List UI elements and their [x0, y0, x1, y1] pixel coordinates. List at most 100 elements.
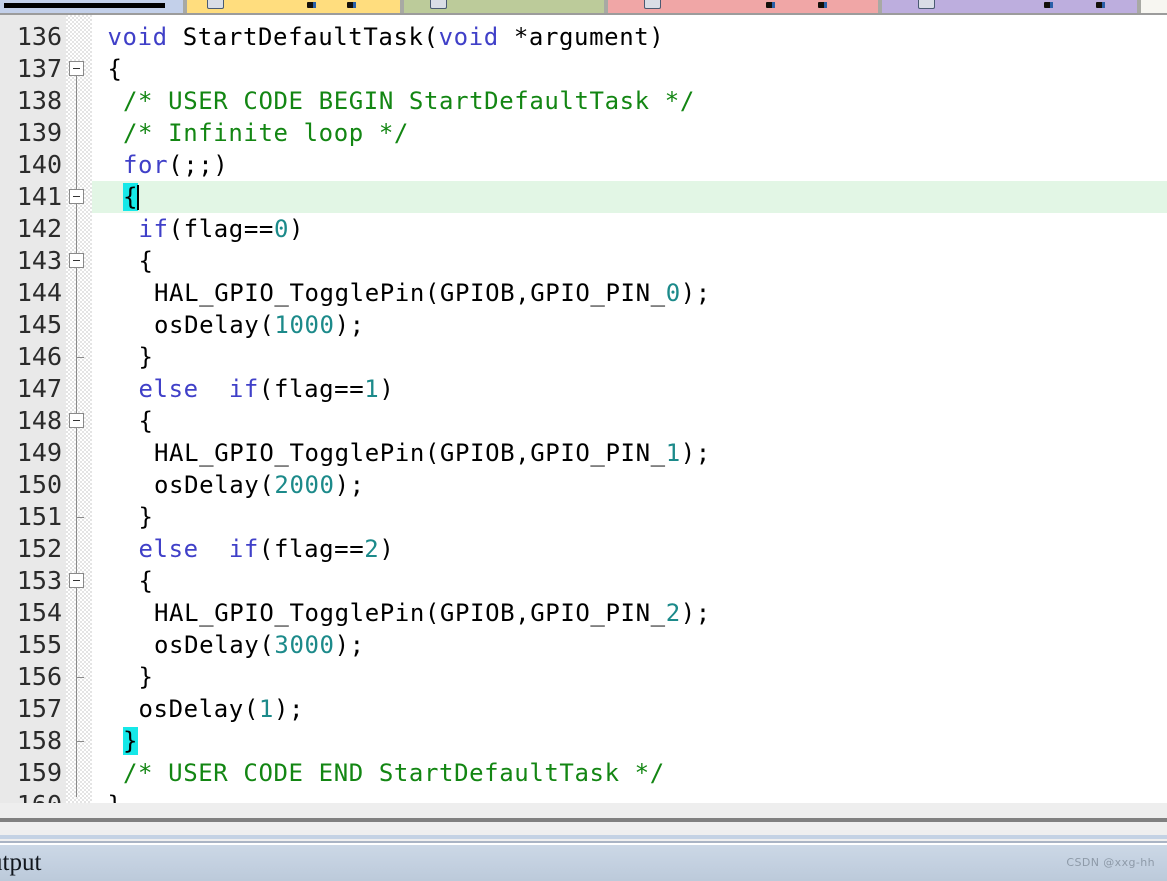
code-text: (flag==: [258, 375, 365, 403]
code-line[interactable]: }: [139, 341, 154, 373]
toolbar-indicator-icon[interactable]: [1096, 2, 1105, 8]
toolbar-band-purple[interactable]: [882, 0, 1137, 13]
code-text: }: [108, 791, 123, 803]
code-line[interactable]: osDelay(1);: [139, 693, 305, 725]
line-number: 145: [16, 310, 62, 339]
code-text: {: [138, 567, 154, 595]
code-text: osDelay(: [138, 695, 259, 723]
fold-end-marker: [76, 741, 84, 742]
line-number: 153: [16, 566, 62, 595]
line-number: 154: [16, 598, 62, 627]
code-line[interactable]: {: [123, 181, 140, 213]
code-number: 1: [665, 439, 681, 467]
toolbar-button-icon[interactable]: [918, 0, 935, 9]
toolbar-band-blue[interactable]: [0, 0, 183, 13]
code-line[interactable]: if(flag==0): [139, 213, 305, 245]
code-line[interactable]: /* USER CODE BEGIN StartDefaultTask */: [123, 85, 695, 117]
text-cursor: [137, 185, 140, 210]
output-panel-title: utput: [0, 849, 42, 876]
code-line[interactable]: HAL_GPIO_TogglePin(GPIOB,GPIO_PIN_0);: [154, 277, 711, 309]
code-line[interactable]: osDelay(2000);: [154, 469, 365, 501]
fold-collapse-icon[interactable]: [69, 253, 84, 268]
toolbar-title-bar: [4, 3, 165, 8]
toolbar-indicator-icon[interactable]: [307, 2, 316, 8]
code-line[interactable]: }: [139, 661, 154, 693]
code-number: 1: [364, 375, 380, 403]
code-text: );: [680, 599, 711, 627]
toolbar-band-red[interactable]: [608, 0, 878, 13]
code-text: {: [107, 55, 123, 83]
code-number: 2000: [274, 471, 335, 499]
line-number: 147: [16, 374, 62, 403]
code-line[interactable]: else if(flag==2): [139, 533, 395, 565]
code-text-area[interactable]: void StartDefaultTask(void *argument){/*…: [92, 15, 1167, 803]
code-line[interactable]: }: [123, 725, 139, 757]
fold-collapse-icon[interactable]: [69, 413, 84, 428]
line-number: 148: [16, 406, 62, 435]
watermark-text: CSDN @xxg-hh: [1066, 856, 1155, 869]
line-number: 137: [16, 54, 62, 83]
panel-divider-rule: [0, 835, 1167, 839]
code-line[interactable]: for(;;): [123, 149, 228, 181]
code-line[interactable]: osDelay(1000);: [154, 309, 365, 341]
toolbar-indicator-icon[interactable]: [1044, 2, 1053, 8]
toolbar-band-yellow[interactable]: [187, 0, 400, 13]
line-number: 140: [16, 150, 62, 179]
code-keyword: else: [138, 375, 199, 403]
code-text: );: [273, 695, 305, 723]
fold-collapse-icon[interactable]: [69, 61, 84, 76]
code-line[interactable]: {: [139, 245, 154, 277]
code-line[interactable]: osDelay(3000);: [154, 629, 365, 661]
code-number: 1000: [274, 311, 335, 339]
horizontal-scrollbar-zone[interactable]: [0, 803, 1167, 822]
toolbar-indicator-icon[interactable]: [347, 2, 356, 8]
line-number: 136: [16, 22, 62, 51]
code-number: 1: [258, 695, 274, 723]
line-number: 159: [16, 758, 62, 787]
code-line[interactable]: else if(flag==1): [139, 373, 395, 405]
toolbar-indicator-icon[interactable]: [818, 2, 827, 8]
fold-connector-line: [76, 581, 77, 669]
line-number: 144: [16, 278, 62, 307]
code-line[interactable]: /* Infinite loop */: [123, 117, 409, 149]
code-text: ): [379, 375, 395, 403]
code-line[interactable]: HAL_GPIO_TogglePin(GPIOB,GPIO_PIN_2);: [154, 597, 711, 629]
toolbar-button-icon[interactable]: [430, 0, 447, 9]
line-number: 160: [17, 789, 62, 803]
code-line[interactable]: {: [139, 565, 154, 597]
code-number: 2: [364, 535, 380, 563]
code-line[interactable]: void StartDefaultTask(void *argument): [108, 21, 665, 53]
code-text: {: [138, 247, 154, 275]
code-keyword: if: [228, 375, 259, 403]
fold-collapse-icon[interactable]: [69, 573, 84, 588]
code-keyword: void: [107, 23, 183, 51]
toolbar-button-icon[interactable]: [207, 0, 224, 9]
code-text: {: [138, 407, 154, 435]
code-line[interactable]: }: [108, 789, 123, 803]
code-text: (flag==: [258, 535, 365, 563]
code-text: }: [138, 663, 154, 691]
code-line[interactable]: /* USER CODE END StartDefaultTask */: [123, 757, 665, 789]
line-number: 151: [16, 502, 62, 531]
code-line[interactable]: {: [139, 405, 154, 437]
code-text: );: [334, 311, 365, 339]
toolbar-band-green[interactable]: [404, 0, 604, 13]
code-number: 3000: [274, 631, 335, 659]
line-number: 158: [16, 726, 62, 755]
toolbar-button-icon[interactable]: [644, 0, 661, 9]
code-line[interactable]: }: [139, 501, 154, 533]
code-editor[interactable]: 136 137 138 139 140 141 142 143 144 145 146 147 148 1…: [0, 13, 1167, 803]
output-panel-header[interactable]: utput CSDN @xxg-hh: [0, 845, 1167, 881]
toolbar-band-empty[interactable]: [1141, 0, 1167, 13]
code-line[interactable]: HAL_GPIO_TogglePin(GPIOB,GPIO_PIN_1);: [154, 437, 711, 469]
toolbar-strip[interactable]: [0, 0, 1167, 13]
code-text: ): [289, 215, 305, 243]
code-keyword: if: [228, 535, 259, 563]
toolbar-indicator-icon[interactable]: [766, 2, 775, 8]
code-folding-column[interactable]: [66, 15, 92, 803]
fold-collapse-icon[interactable]: [69, 189, 84, 204]
code-text: );: [334, 471, 365, 499]
code-text: osDelay(: [154, 311, 275, 339]
code-line[interactable]: {: [108, 53, 123, 85]
fold-end-marker: [76, 677, 84, 678]
